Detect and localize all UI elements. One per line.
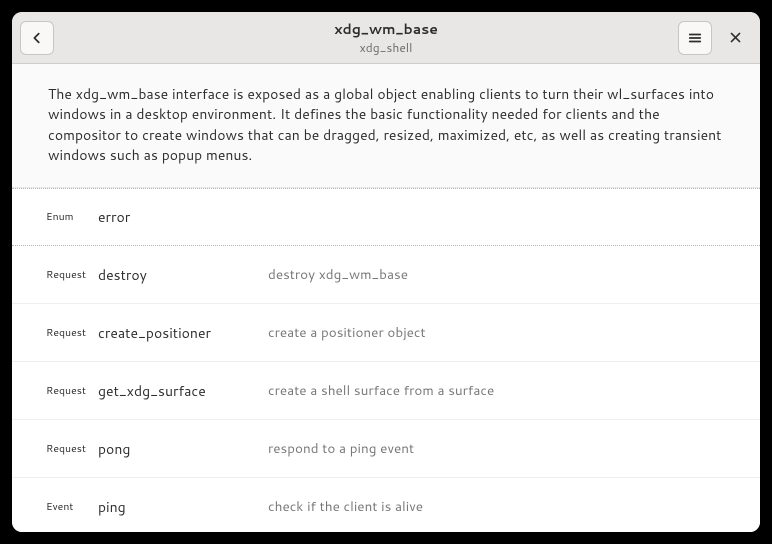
close-icon (729, 31, 742, 44)
member-name: ping (98, 497, 268, 517)
member-summary: destroy xdg_wm_base (268, 265, 408, 284)
member-kind: Enum (46, 210, 98, 224)
member-name: pong (98, 439, 268, 459)
header-title: xdg_wm_base (334, 19, 438, 39)
app-window: xdg_wm_base xdg_shell The xdg_wm_base in… (12, 12, 760, 532)
header-title-group: xdg_wm_base xdg_shell (334, 19, 438, 56)
headerbar: xdg_wm_base xdg_shell (12, 12, 760, 64)
hamburger-icon (688, 31, 702, 45)
member-name: error (98, 207, 268, 227)
header-subtitle: xdg_shell (334, 39, 438, 56)
list-item[interactable]: Requestget_xdg_surfacecreate a shell sur… (12, 362, 760, 420)
member-summary: create a shell surface from a surface (268, 381, 494, 400)
content-area[interactable]: The xdg_wm_base interface is exposed as … (12, 64, 760, 532)
back-button[interactable] (20, 21, 54, 55)
member-name: create_positioner (98, 323, 268, 343)
list-item[interactable]: Enumerror (12, 188, 760, 246)
member-kind: Request (46, 326, 98, 340)
member-kind: Request (46, 442, 98, 456)
member-kind: Event (46, 500, 98, 514)
member-summary: respond to a ping event (268, 439, 414, 458)
list-item[interactable]: Eventpingcheck if the client is alive (12, 478, 760, 532)
menu-button[interactable] (678, 21, 712, 55)
list-item[interactable]: Requestpongrespond to a ping event (12, 420, 760, 478)
member-kind: Request (46, 268, 98, 282)
chevron-left-icon (30, 31, 44, 45)
member-kind: Request (46, 384, 98, 398)
member-summary: create a positioner object (268, 323, 426, 342)
member-name: get_xdg_surface (98, 381, 268, 401)
list-item[interactable]: Requestcreate_positionercreate a positio… (12, 304, 760, 362)
list-item[interactable]: Requestdestroydestroy xdg_wm_base (12, 246, 760, 304)
member-list: EnumerrorRequestdestroydestroy xdg_wm_ba… (12, 188, 760, 532)
member-summary: check if the client is alive (268, 497, 423, 516)
close-button[interactable] (718, 21, 752, 55)
interface-description: The xdg_wm_base interface is exposed as … (12, 64, 760, 188)
member-name: destroy (98, 265, 268, 285)
